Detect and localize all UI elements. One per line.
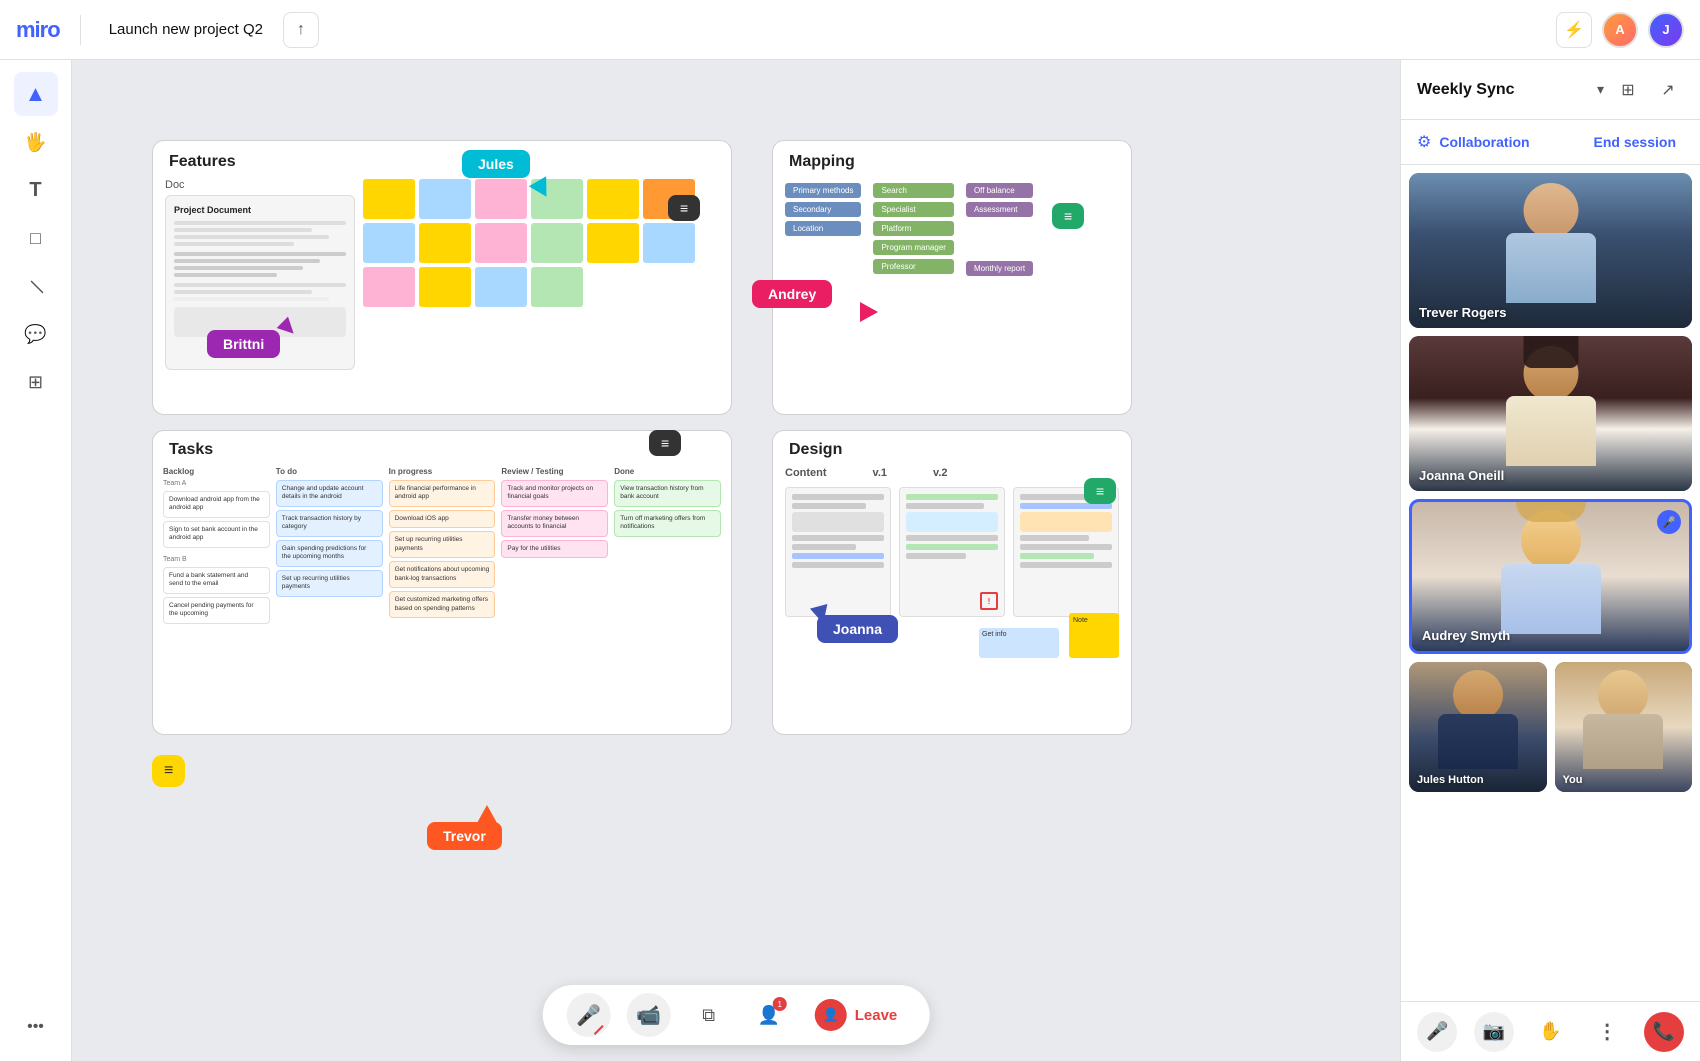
panel-mic-button[interactable]: 🎤 [1417, 1012, 1457, 1052]
hand-tool[interactable]: 🖐 [14, 120, 58, 164]
project-title[interactable]: Launch new project Q2 [101, 17, 271, 42]
audrey-name-tag: Audrey Smyth [1422, 628, 1510, 643]
panel-end-call-button[interactable]: 📞 [1644, 1012, 1684, 1052]
frame-tool[interactable]: ⊞ [14, 360, 58, 404]
end-session-button[interactable]: End session [1586, 130, 1684, 154]
bottom-controls: 🎤 📹 ⧉ 👤 1 👤 Leave [543, 985, 930, 1045]
trevor-cursor-label: Trevor [427, 822, 502, 850]
participant-audrey: 🎤 Audrey Smyth [1409, 499, 1692, 654]
right-panel: Weekly Sync ▾ ⊞ ↗ ⚙ Collaboration End se… [1400, 60, 1700, 1061]
collaboration-label: Collaboration [1439, 134, 1577, 150]
header-divider [80, 15, 81, 45]
mapping-quadrant: Mapping Primary methods Secondary Locati… [772, 140, 1132, 415]
canvas-area: Features Doc Project Document [72, 60, 1400, 1061]
note-icon: □ [30, 228, 41, 249]
chat-bubble-4: ≡ [1084, 478, 1116, 504]
panel-subheader: ⚙ Collaboration End session [1401, 120, 1700, 165]
popout-button[interactable]: ↗ [1652, 74, 1684, 106]
trever-name-tag: Trever Rogers [1419, 305, 1506, 320]
mapping-title: Mapping [773, 141, 1131, 175]
share-icon: ⧉ [702, 1005, 715, 1026]
panel-more-button[interactable]: ⋮ [1587, 1012, 1627, 1052]
participant-trever: Trever Rogers [1409, 173, 1692, 328]
avatar-user2: J [1648, 12, 1684, 48]
hand-icon: 🖐 [24, 132, 46, 153]
cursor-icon: ▲ [25, 81, 47, 107]
text-tool[interactable]: T [14, 168, 58, 212]
tasks-quadrant: Tasks Backlog Team A Download android ap… [152, 430, 732, 735]
you-name-tag: You [1563, 774, 1583, 786]
video-button[interactable]: 📹 [627, 993, 671, 1037]
trevor-cursor-arrow [477, 805, 497, 823]
jules-name-tag: Jules Hutton [1417, 774, 1484, 786]
notification-badge: 1 [773, 997, 787, 1011]
chat-bubble-1: ≡ [668, 195, 700, 221]
share-button[interactable]: ⧉ [687, 993, 731, 1037]
participant-you: You [1555, 662, 1693, 792]
design-title: Design [773, 431, 1131, 463]
left-toolbar: ▲ 🖐 T □ | 💬 ⊞ ••• [0, 60, 72, 1061]
panel-bottom-controls: 🎤 📷 ✋ ⋮ 📞 [1401, 1001, 1700, 1061]
chat-bubble-2: ≡ [649, 430, 681, 456]
leave-label: Leave [855, 1007, 898, 1024]
screen-layout-button[interactable]: ⊞ [1612, 74, 1644, 106]
features-quadrant: Features Doc Project Document [152, 140, 732, 415]
miro-logo: miro [16, 17, 60, 43]
jules-cursor-label: Jules [462, 150, 530, 178]
note-tool[interactable]: □ [14, 216, 58, 260]
leave-button[interactable]: 👤 Leave [807, 995, 906, 1035]
panel-hand-button[interactable]: ✋ [1530, 1012, 1570, 1052]
video-grid: Trever Rogers Joanna Oneill 🎤 [1401, 165, 1700, 1001]
avatar-user1: A [1602, 12, 1638, 48]
chat-bubble-3: ≡ [1052, 203, 1084, 229]
header-right: ⚡ A J [1556, 12, 1684, 48]
frame-icon: ⊞ [28, 372, 43, 393]
mute-button[interactable]: 🎤 [567, 993, 611, 1037]
brittni-cursor-label: Brittni [207, 330, 280, 358]
joanna-name-tag: Joanna Oneill [1419, 468, 1504, 483]
text-icon: T [29, 179, 41, 202]
tasks-title: Tasks [153, 431, 731, 463]
cursor-tool[interactable]: ▲ [14, 72, 58, 116]
andrey-cursor-label: Andrey [752, 280, 832, 308]
panel-video-button[interactable]: 📷 [1474, 1012, 1514, 1052]
andrey-cursor-arrow [860, 302, 878, 322]
people-button[interactable]: 👤 1 [747, 993, 791, 1037]
collaboration-icon: ⚙ [1417, 132, 1431, 152]
comment-icon: 💬 [24, 324, 46, 345]
upload-button[interactable]: ↑ [283, 12, 319, 48]
speaking-indicator: 🎤 [1657, 510, 1681, 534]
participant-joanna: Joanna Oneill [1409, 336, 1692, 491]
participant-jules: Jules Hutton [1409, 662, 1547, 792]
panel-header: Weekly Sync ▾ ⊞ ↗ [1401, 60, 1700, 120]
line-tool[interactable]: | [4, 255, 66, 317]
comment-tool[interactable]: 💬 [14, 312, 58, 356]
chat-bubble-5: ≡ [152, 755, 185, 787]
dropdown-button[interactable]: ▾ [1597, 81, 1604, 98]
features-title: Features [153, 141, 731, 175]
video-icon: 📹 [636, 1003, 661, 1028]
leave-icon: 👤 [815, 999, 847, 1031]
mute-icon: 🎤 [576, 1003, 601, 1028]
more-tools[interactable]: ••• [14, 1005, 58, 1049]
design-quadrant: Design Content v.1 v.2 [772, 430, 1132, 735]
more-icon: ••• [27, 1018, 44, 1036]
session-title: Weekly Sync [1417, 81, 1589, 99]
line-icon: | [26, 277, 44, 295]
joanna-cursor-label: Joanna [817, 615, 898, 643]
filter-button[interactable]: ⚡ [1556, 12, 1592, 48]
